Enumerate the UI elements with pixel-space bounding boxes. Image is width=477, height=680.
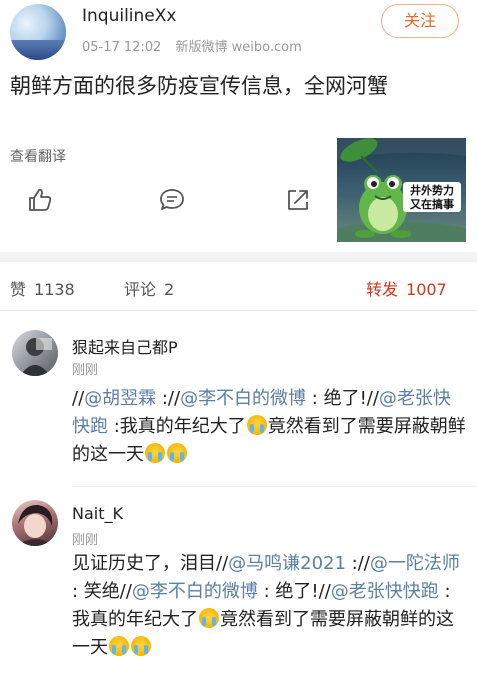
post-username[interactable]: InquilineXx	[82, 6, 176, 26]
cry-emoji	[246, 415, 267, 435]
comment-icon	[160, 189, 184, 210]
cry-emoji	[131, 636, 151, 656]
cry-emoji	[109, 636, 129, 656]
comments-label: 评论	[124, 280, 157, 299]
translate-link[interactable]: 查看翻译	[10, 146, 66, 166]
reposts-count: 1007	[406, 280, 447, 299]
comment-text: 见证历史了，泪目//@马鸣谦2021 ://@一陀法师 : 笑绝//@李不白的微…	[72, 553, 460, 658]
reposts-label: 转发	[366, 280, 399, 299]
commenter-avatar[interactable]	[12, 500, 58, 546]
comment-time: 刚刚	[72, 363, 99, 378]
thumbs-up-icon	[29, 188, 52, 211]
comment-divider	[72, 486, 477, 487]
user-avatar[interactable]	[10, 4, 66, 60]
post-timestamp: 05-17 12:02	[82, 40, 162, 55]
section-separator	[0, 252, 477, 262]
follow-button[interactable]: 关注	[381, 4, 459, 38]
like-action[interactable]	[26, 186, 54, 214]
meme-caption-line-1: 井外势力	[410, 183, 454, 197]
user-mention-link[interactable]: @李不白的微博	[180, 388, 306, 409]
user-mention-link[interactable]: @老张快快跑	[331, 581, 439, 602]
comment-text: //@胡翌霖 ://@李不白的微博 : 绝了!//@老张快快跑 :我真的年纪大了…	[72, 388, 466, 465]
frog-meme-image: 井外势力 又在搞事	[337, 138, 466, 242]
meme-caption-line-2: 又在搞事	[409, 197, 454, 211]
weibo-post: InquilineXx 05-17 12:02 新版微博 weibo.com 关…	[0, 0, 477, 252]
avatar-image	[16, 504, 54, 546]
post-meta: 05-17 12:02 新版微博 weibo.com	[82, 36, 312, 55]
engagement-stats: 赞 1138 评论 2 转发 1007	[0, 262, 477, 310]
reposts-stat[interactable]: 转发 1007	[366, 276, 447, 300]
post-image-thumbnail[interactable]: 井外势力 又在搞事	[337, 138, 466, 242]
comments-count: 2	[164, 280, 175, 299]
comment-action[interactable]	[158, 186, 186, 214]
comments-stat[interactable]: 评论 2	[124, 276, 174, 300]
user-mention-link[interactable]: @李不白的微博	[132, 581, 258, 602]
post-source: 新版微博 weibo.com	[175, 40, 302, 55]
share-action[interactable]	[284, 186, 312, 214]
likes-stat[interactable]: 赞 1138	[10, 276, 75, 300]
commenter-avatar[interactable]	[12, 330, 58, 376]
share-icon	[288, 190, 308, 210]
likes-label: 赞	[10, 280, 27, 299]
commenter-name[interactable]: Nait_K	[72, 504, 123, 523]
commenter-name[interactable]: 狠起来自己都P	[72, 334, 178, 358]
likes-count: 1138	[34, 280, 75, 299]
post-text: 朝鲜方面的很多防疫宣传信息，全网河蟹	[10, 74, 388, 98]
user-mention-link[interactable]: @一陀法师	[370, 553, 460, 574]
avatar-image	[20, 338, 52, 376]
cry-emoji	[199, 608, 219, 628]
user-mention-link[interactable]: @胡翌霖	[84, 388, 156, 409]
cry-emoji	[167, 443, 187, 463]
cry-emoji	[145, 443, 165, 463]
stats-divider	[0, 310, 477, 311]
user-mention-link[interactable]: @马鸣谦2021	[228, 553, 346, 574]
comment-time: 刚刚	[72, 533, 99, 548]
